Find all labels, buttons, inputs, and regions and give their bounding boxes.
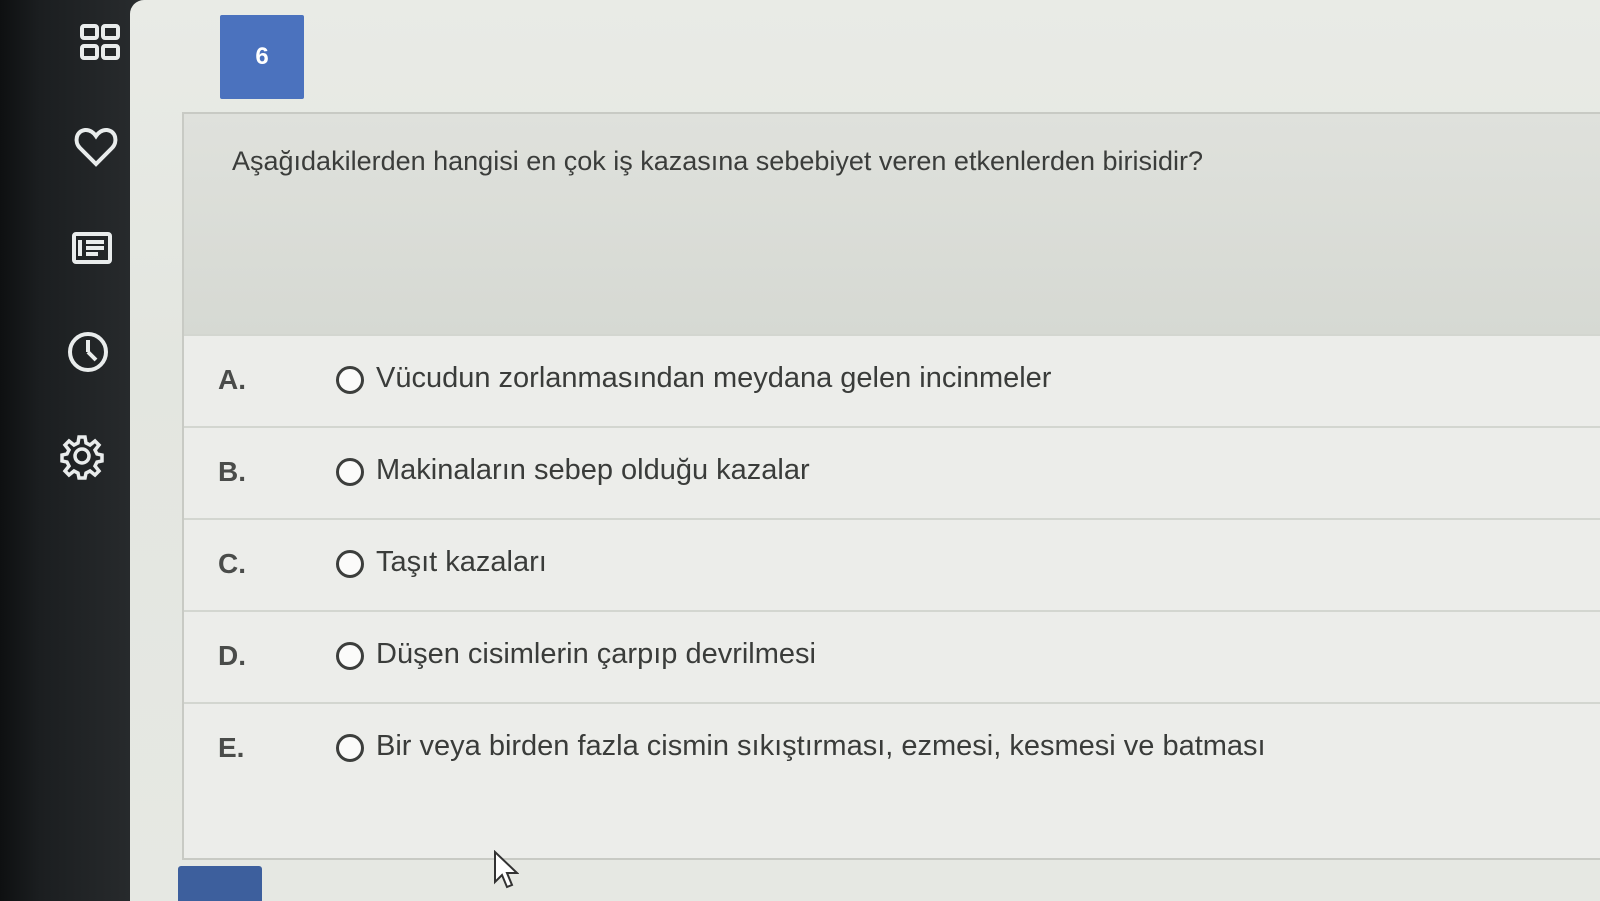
sidebar [0,0,140,901]
heart-icon[interactable] [70,120,122,172]
clock-icon[interactable] [62,326,114,378]
next-button[interactable] [178,866,262,901]
option-letter: B. [218,456,246,487]
newspaper-icon[interactable] [66,222,118,274]
option-e[interactable]: E. Bir veya birden fazla cismin sıkıştır… [184,702,1600,794]
gear-icon[interactable] [56,430,108,482]
option-letter: E. [218,732,245,763]
question-text: Aşağıdakilerden hangisi en çok iş kazası… [232,146,1204,176]
option-text[interactable]: Vücudun zorlanmasından meydana gelen inc… [376,362,1051,395]
grid-icon[interactable] [74,18,126,70]
mouse-cursor-icon [494,850,519,889]
radio-button[interactable] [336,550,364,578]
option-letter: D. [218,640,246,671]
question-number-badge: 6 [220,15,304,99]
option-b[interactable]: B. Makinaların sebep olduğu kazalar [184,426,1600,518]
option-letter: C. [218,548,246,579]
option-letter: A. [218,364,246,395]
option-text[interactable]: Makinaların sebep olduğu kazalar [376,454,810,487]
option-text[interactable]: Taşıt kazaları [376,546,547,579]
radio-button[interactable] [336,734,364,762]
question-area: Aşağıdakilerden hangisi en çok iş kazası… [184,114,1600,334]
radio-button[interactable] [336,458,364,486]
radio-button[interactable] [336,642,364,670]
option-text[interactable]: Bir veya birden fazla cismin sıkıştırmas… [376,730,1266,763]
option-d[interactable]: D. Düşen cisimlerin çarpıp devrilmesi [184,610,1600,702]
option-a[interactable]: A. Vücudun zorlanmasından meydana gelen … [184,334,1600,426]
question-card: Aşağıdakilerden hangisi en çok iş kazası… [182,112,1600,860]
main-content: 6 Aşağıdakilerden hangisi en çok iş kaza… [130,0,1600,901]
option-c[interactable]: C. Taşıt kazaları [184,518,1600,610]
option-text[interactable]: Düşen cisimlerin çarpıp devrilmesi [376,638,816,671]
quiz-screen: 6 Aşağıdakilerden hangisi en çok iş kaza… [0,0,1600,901]
radio-button[interactable] [336,366,364,394]
